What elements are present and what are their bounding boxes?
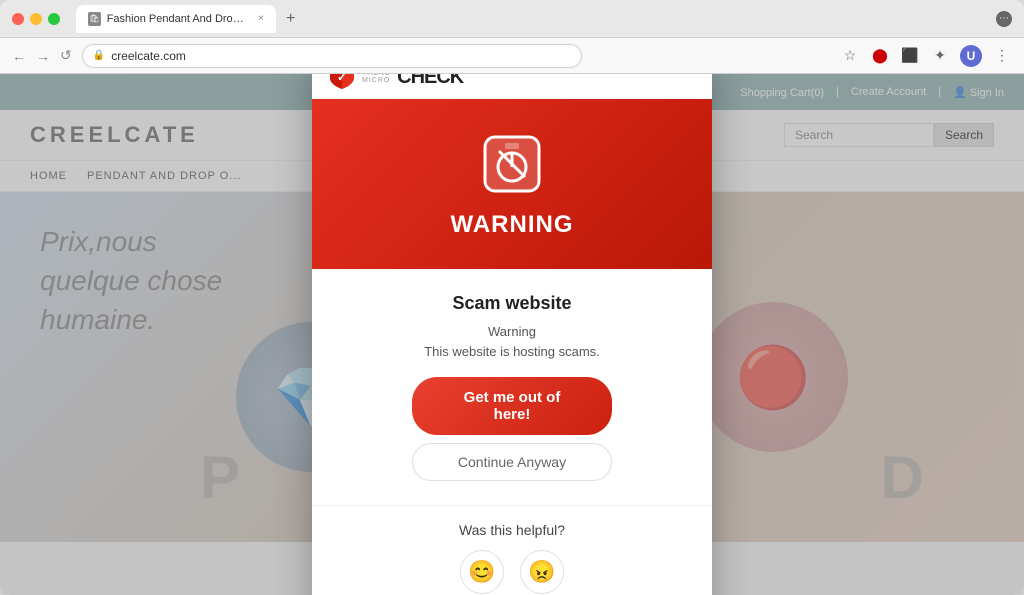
lock-icon: 🔒 xyxy=(93,50,105,61)
close-traffic-light[interactable] xyxy=(12,13,24,25)
tm-check-label: CHECK xyxy=(397,74,463,89)
modal-site-title: Scam website xyxy=(452,293,571,314)
thumbs-up-button[interactable]: 😊 xyxy=(460,550,504,594)
warning-modal: ✓ TREND MICRO CHECK × xyxy=(312,74,712,595)
minimize-traffic-light[interactable] xyxy=(30,13,42,25)
warning-line1: Warning xyxy=(424,322,600,342)
helpful-label: Was this helpful? xyxy=(459,522,565,538)
extension-icon-2[interactable]: ⬛ xyxy=(900,46,920,66)
modal-body: Scam website Warning This website is hos… xyxy=(312,269,712,505)
helpful-buttons: 😊 😠 xyxy=(460,550,564,594)
url-field[interactable]: 🔒 creelcate.com xyxy=(82,44,582,68)
browser-titlebar: 🛍 Fashion Pendant And Drop Or... × + ⋯ xyxy=(0,0,1024,38)
continue-anyway-button[interactable]: Continue Anyway xyxy=(412,443,612,481)
active-tab[interactable]: 🛍 Fashion Pendant And Drop Or... × xyxy=(76,5,276,33)
toolbar-icons: ☆ ⬤ ⬛ ✦ U ⋮ xyxy=(840,45,1012,67)
extension-icon-3[interactable]: ✦ xyxy=(930,46,950,66)
url-text: creelcate.com xyxy=(111,49,186,63)
tm-micro-label: MICRO xyxy=(362,77,391,84)
back-button[interactable]: ← xyxy=(12,48,26,64)
get-out-button[interactable]: Get me out of here! xyxy=(412,377,612,435)
tab-favicon: 🛍 xyxy=(88,12,101,26)
tm-shield-icon: ✓ xyxy=(328,74,356,91)
profile-avatar[interactable]: U xyxy=(960,45,982,67)
bookmark-icon[interactable]: ☆ xyxy=(840,46,860,66)
forward-button[interactable]: → xyxy=(36,48,50,64)
tm-logo-bar: ✓ TREND MICRO CHECK xyxy=(312,74,712,99)
helpful-section: Was this helpful? 😊 😠 xyxy=(312,505,712,595)
browser-window: 🛍 Fashion Pendant And Drop Or... × + ⋯ ←… xyxy=(0,0,1024,595)
svg-text:✓: ✓ xyxy=(337,74,347,84)
tab-close-button[interactable]: × xyxy=(258,13,264,24)
maximize-traffic-light[interactable] xyxy=(48,13,60,25)
tab-title: Fashion Pendant And Drop Or... xyxy=(107,13,248,25)
extension-icon-red[interactable]: ⬤ xyxy=(870,46,890,66)
traffic-lights xyxy=(12,13,60,25)
refresh-button[interactable]: ↺ xyxy=(60,47,72,64)
modal-warning-title: WARNING xyxy=(451,211,574,239)
modal-warning-text: Warning This website is hosting scams. xyxy=(424,322,600,361)
address-bar: ← → ↺ 🔒 creelcate.com ☆ ⬤ ⬛ ✦ U ⋮ xyxy=(0,38,1024,74)
new-tab-button[interactable]: + xyxy=(280,8,301,30)
tm-logo-text: TREND MICRO CHECK xyxy=(362,74,463,89)
page-content: 🛒 Shopping Cart(0) | Create Account | 👤 … xyxy=(0,74,1024,595)
warning-shield-icon xyxy=(477,129,547,199)
thumbs-down-button[interactable]: 😠 xyxy=(520,550,564,594)
tab-bar: 🛍 Fashion Pendant And Drop Or... × + xyxy=(76,5,988,33)
modal-backdrop: ✓ TREND MICRO CHECK × xyxy=(0,74,1024,595)
browser-menu-icon[interactable]: ⋯ xyxy=(996,11,1012,27)
menu-dots[interactable]: ⋮ xyxy=(992,46,1012,66)
warning-line2: This website is hosting scams. xyxy=(424,342,600,362)
modal-warning-header: WARNING xyxy=(312,99,712,269)
